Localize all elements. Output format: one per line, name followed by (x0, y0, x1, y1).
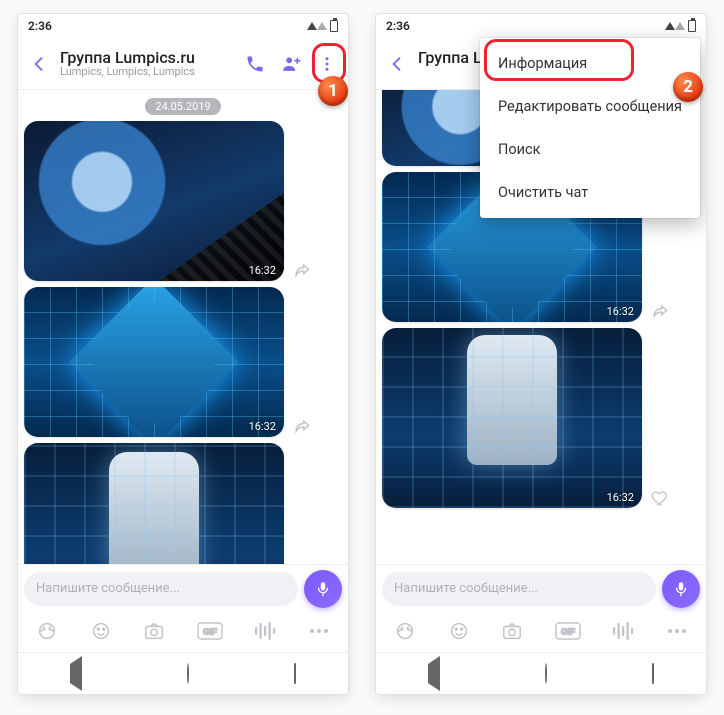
audio-wave-button[interactable] (254, 621, 276, 641)
image-message[interactable]: 16:32 (24, 121, 284, 281)
composer-bar: Напишите сообщение... (18, 564, 348, 612)
status-time: 2:36 (28, 19, 52, 33)
message-time: 16:32 (249, 264, 276, 277)
add-user-button[interactable] (280, 53, 302, 75)
android-nav-bar (18, 652, 348, 694)
more-attach-button[interactable] (666, 627, 688, 635)
gif-button[interactable]: GIF (197, 622, 223, 640)
status-icons (307, 20, 338, 32)
more-options-button[interactable] (316, 53, 338, 75)
image-content-robot (24, 443, 284, 564)
nav-recent[interactable] (652, 664, 654, 683)
phone-screen-right: 2:36 Группа Lu 16:32 (376, 14, 706, 694)
message-placeholder: Напишите сообщение... (36, 581, 180, 596)
image-message[interactable]: 16:32 (382, 328, 642, 508)
image-message[interactable]: 16:32 (24, 443, 284, 564)
image-content-cpu (24, 287, 284, 437)
message-input[interactable]: Напишите сообщение... (382, 572, 656, 606)
menu-item-clear-chat[interactable]: Очистить чат (480, 171, 700, 214)
attachment-bar: GIF (376, 612, 706, 652)
callout-badge-1: 1 (318, 76, 348, 106)
chat-body[interactable]: 24.05.2019 16:32 16:32 16:32 (18, 90, 348, 564)
menu-item-edit-messages[interactable]: Редактировать сообщения (480, 85, 700, 128)
composer-bar: Напишите сообщение... (376, 564, 706, 612)
sticker-button[interactable] (36, 620, 58, 642)
message-time: 16:32 (607, 491, 634, 504)
voice-record-button[interactable] (662, 570, 700, 608)
chat-title-block[interactable]: Группа Lumpics.ru Lumpics, Lumpics, Lump… (60, 49, 234, 79)
sticker-button[interactable] (394, 620, 416, 642)
nav-recent[interactable] (294, 664, 296, 683)
nav-home[interactable] (545, 664, 547, 683)
nav-home[interactable] (187, 664, 189, 683)
menu-item-search[interactable]: Поиск (480, 128, 700, 171)
emoji-button[interactable] (90, 620, 112, 642)
battery-icon (688, 20, 696, 32)
image-content-robot (382, 328, 642, 508)
chat-subtitle: Lumpics, Lumpics, Lumpics (60, 66, 234, 78)
chat-title: Группа Lumpics.ru (60, 49, 234, 67)
message-time: 16:32 (249, 420, 276, 433)
message-row: 16:32 (24, 287, 342, 437)
back-button[interactable] (28, 53, 50, 75)
message-row: 16:32 (24, 121, 342, 281)
message-input[interactable]: Напишите сообщение... (24, 572, 298, 606)
like-button[interactable] (648, 488, 672, 508)
nav-back[interactable] (70, 664, 82, 683)
android-status-bar: 2:36 (18, 14, 348, 38)
signal-icon-dim (317, 22, 327, 30)
gif-button[interactable]: GIF (555, 622, 581, 640)
svg-text:GIF: GIF (203, 627, 217, 637)
forward-button[interactable] (648, 302, 672, 322)
svg-text:GIF: GIF (561, 627, 575, 637)
forward-button[interactable] (290, 417, 314, 437)
image-content-globe-keyboard (24, 121, 284, 281)
image-message[interactable]: 16:32 (24, 287, 284, 437)
camera-button[interactable] (501, 620, 523, 642)
signal-icon (665, 22, 675, 30)
back-button[interactable] (386, 53, 408, 75)
menu-item-info[interactable]: Информация (480, 42, 700, 85)
message-row: 16:32 (382, 328, 700, 508)
message-placeholder: Напишите сообщение... (394, 581, 538, 596)
android-status-bar: 2:36 (376, 14, 706, 38)
voice-record-button[interactable] (304, 570, 342, 608)
forward-button[interactable] (290, 261, 314, 281)
phone-screen-left: 2:36 Группа Lumpics.ru Lumpics, Lumpics,… (18, 14, 348, 694)
emoji-button[interactable] (448, 620, 470, 642)
overflow-menu: Информация Редактировать сообщения Поиск… (480, 38, 700, 218)
android-nav-bar (376, 652, 706, 694)
signal-icon-dim (675, 22, 685, 30)
attachment-bar: GIF (18, 612, 348, 652)
chat-header: Группа Lumpics.ru Lumpics, Lumpics, Lump… (18, 38, 348, 90)
callout-badge-2: 2 (673, 72, 703, 102)
date-chip: 24.05.2019 (145, 98, 220, 115)
status-time: 2:36 (386, 19, 410, 33)
message-row: 16:32 (24, 443, 342, 564)
status-icons (665, 20, 696, 32)
call-button[interactable] (244, 53, 266, 75)
audio-wave-button[interactable] (612, 621, 634, 641)
nav-back[interactable] (428, 664, 440, 683)
signal-icon (307, 22, 317, 30)
more-attach-button[interactable] (308, 627, 330, 635)
camera-button[interactable] (143, 620, 165, 642)
battery-icon (330, 20, 338, 32)
message-time: 16:32 (607, 305, 634, 318)
